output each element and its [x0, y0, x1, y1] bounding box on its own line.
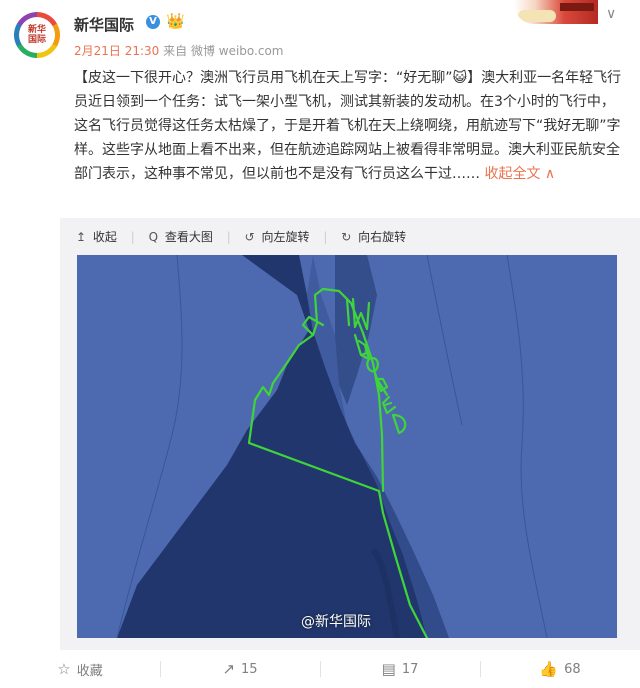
toolbar-separator: | [226, 230, 231, 244]
rotate-right-button[interactable]: ↻ 向右旋转 [341, 228, 406, 245]
magnifier-icon: Q [148, 230, 159, 244]
view-large-label: 查看大图 [164, 230, 213, 244]
rotate-left-button[interactable]: ↺ 向左旋转 [245, 228, 310, 245]
thumbs-up-icon: 👍 [539, 660, 559, 678]
post-meta: 2月21日 21:30 来自 微博 weibo.com [74, 42, 284, 59]
post-time[interactable]: 2月21日 21:30 [74, 44, 159, 58]
media-toolbar: ↥ 收起 | Q 查看大图 | ↺ 向左旋转 | ↻ 向右旋转 [76, 228, 416, 245]
favorite-button[interactable]: ☆ 收藏 [0, 650, 160, 688]
header-banner-image [514, 0, 598, 24]
collapse-full-text-link[interactable]: 收起全文 ∧ [484, 166, 555, 182]
image-watermark: @新华国际 [301, 614, 371, 630]
comment-count: 17 [401, 661, 419, 677]
collapse-image-button[interactable]: ↥ 收起 [76, 228, 117, 245]
flight-map-image[interactable]: @新华国际 [77, 255, 617, 638]
toolbar-separator: | [130, 230, 135, 244]
comment-icon: ▤ [381, 660, 396, 678]
avatar-text-line1: 新华 [27, 25, 46, 35]
collapse-full-text-label[interactable]: 收起全文 [484, 166, 540, 182]
banner-cloud-shape [518, 10, 556, 22]
media-panel: ↥ 收起 | Q 查看大图 | ↺ 向左旋转 | ↻ 向右旋转 @新华国际 [60, 218, 640, 650]
rotate-right-icon: ↻ [341, 230, 352, 244]
comment-button[interactable]: ▤ 17 [320, 650, 480, 688]
author-name[interactable]: 新华国际 [74, 14, 134, 35]
banner-roof-shape [560, 3, 594, 11]
repost-button[interactable]: ↗ 15 [160, 650, 320, 688]
post-header: 新华 国际 新华国际 V 👑 2月21日 21:30 来自 微博 weibo.c… [0, 0, 640, 60]
dropdown-chevron-icon[interactable]: ∨ [606, 6, 616, 22]
avatar-logo: 新华 国际 [19, 17, 55, 53]
like-count: 68 [564, 661, 581, 677]
collapse-image-label: 收起 [92, 230, 117, 244]
flight-map-svg [77, 255, 617, 638]
avatar-text-line2: 国际 [27, 35, 46, 45]
collapse-image-icon: ↥ [76, 230, 87, 244]
star-icon: ☆ [57, 660, 71, 678]
toolbar-separator: | [323, 230, 328, 244]
verified-icon: V [146, 15, 160, 29]
author-avatar[interactable]: 新华 国际 [14, 12, 60, 58]
repost-count: 15 [241, 661, 258, 677]
post-source[interactable]: 来自 微博 weibo.com [163, 44, 283, 58]
rotate-right-label: 向右旋转 [358, 230, 407, 244]
post-action-bar: ☆ 收藏 ↗ 15 ▤ 17 👍 68 [0, 650, 640, 688]
repost-icon: ↗ [222, 660, 236, 678]
rotate-left-label: 向左旋转 [261, 230, 310, 244]
rotate-left-icon: ↺ [244, 230, 255, 244]
like-button[interactable]: 👍 68 [480, 650, 640, 688]
collapse-arrow-icon[interactable]: ∧ [545, 166, 555, 182]
crown-icon: 👑 [166, 12, 185, 30]
favorite-label: 收藏 [76, 663, 103, 679]
post-content: 【皮这一下很开心？澳洲飞行员用飞机在天上写字：“好无聊”😺】澳大利亚一名年轻飞行… [74, 66, 626, 186]
view-large-button[interactable]: Q 查看大图 [149, 228, 213, 245]
